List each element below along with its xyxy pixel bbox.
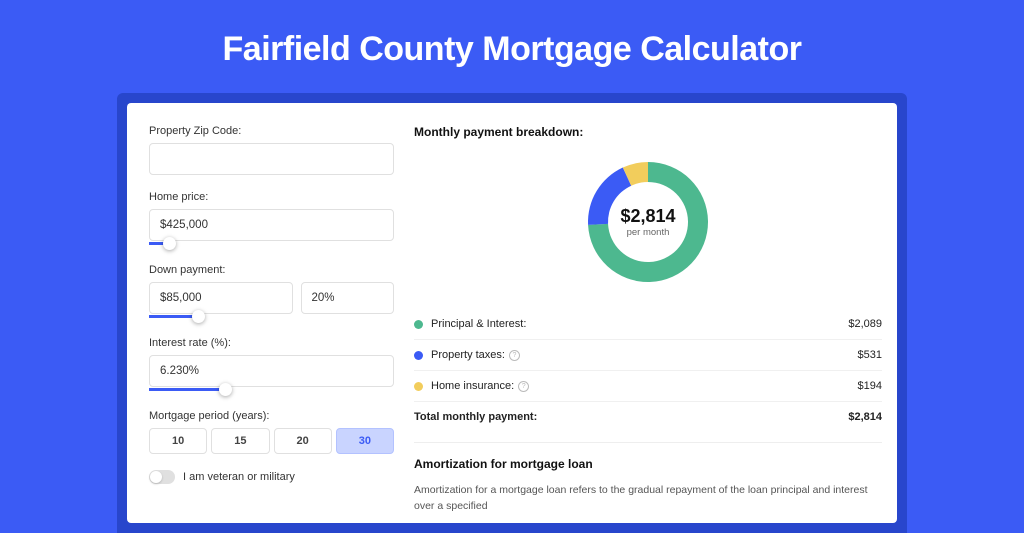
breakdown-value: $531 (858, 349, 882, 361)
slider-thumb[interactable] (192, 310, 205, 323)
amortization-section: Amortization for mortgage loan Amortizat… (414, 442, 882, 515)
down-payment-label: Down payment: (149, 264, 394, 276)
breakdown-value: $194 (858, 380, 882, 392)
down-payment-slider[interactable] (149, 313, 394, 321)
info-icon[interactable]: ? (518, 381, 529, 392)
breakdown-row: Property taxes:?$531 (414, 340, 882, 371)
veteran-row: I am veteran or military (149, 470, 394, 484)
veteran-toggle[interactable] (149, 470, 175, 484)
slider-thumb[interactable] (219, 383, 232, 396)
zip-input[interactable] (149, 143, 394, 175)
period-button-15[interactable]: 15 (211, 428, 269, 454)
period-options: 10152030 (149, 428, 394, 454)
down-payment-input[interactable] (149, 282, 293, 314)
zip-label: Property Zip Code: (149, 125, 394, 137)
donut-chart: $2,814 per month (583, 157, 713, 287)
breakdown-total-row: Total monthly payment:$2,814 (414, 402, 882, 432)
breakdown-total-value: $2,814 (848, 411, 882, 423)
breakdown-label: Principal & Interest: (431, 318, 848, 330)
calculator-body: Property Zip Code: Home price: Down paym… (127, 103, 897, 523)
legend-dot (414, 351, 423, 360)
donut-chart-wrap: $2,814 per month (414, 151, 882, 301)
amortization-title: Amortization for mortgage loan (414, 457, 882, 471)
veteran-label: I am veteran or military (183, 471, 295, 483)
slider-track (149, 388, 225, 391)
period-button-10[interactable]: 10 (149, 428, 207, 454)
breakdown-title: Monthly payment breakdown: (414, 125, 882, 139)
page-title: Fairfield County Mortgage Calculator (0, 0, 1024, 93)
period-group: Mortgage period (years): 10152030 (149, 410, 394, 454)
interest-rate-slider[interactable] (149, 386, 394, 394)
slider-track (149, 315, 198, 318)
interest-rate-label: Interest rate (%): (149, 337, 394, 349)
inputs-column: Property Zip Code: Home price: Down paym… (149, 125, 394, 523)
donut-amount: $2,814 (620, 206, 675, 227)
info-icon[interactable]: ? (509, 350, 520, 361)
breakdown-row: Principal & Interest:$2,089 (414, 309, 882, 340)
breakdown-label: Property taxes:? (431, 349, 858, 361)
interest-rate-input[interactable] (149, 355, 394, 387)
home-price-input[interactable] (149, 209, 394, 241)
donut-center: $2,814 per month (620, 206, 675, 238)
results-column: Monthly payment breakdown: $2,814 per mo… (414, 125, 882, 523)
down-payment-pct-input[interactable] (301, 282, 394, 314)
home-price-label: Home price: (149, 191, 394, 203)
amortization-text: Amortization for a mortgage loan refers … (414, 483, 882, 515)
interest-rate-group: Interest rate (%): (149, 337, 394, 394)
breakdown-value: $2,089 (848, 318, 882, 330)
home-price-group: Home price: (149, 191, 394, 248)
legend-dot (414, 382, 423, 391)
calculator-panel: Property Zip Code: Home price: Down paym… (117, 93, 907, 533)
legend-dot (414, 320, 423, 329)
down-payment-group: Down payment: (149, 264, 394, 321)
breakdown-total-label: Total monthly payment: (414, 411, 848, 423)
home-price-slider[interactable] (149, 240, 394, 248)
breakdown-row: Home insurance:?$194 (414, 371, 882, 402)
zip-group: Property Zip Code: (149, 125, 394, 175)
slider-thumb[interactable] (163, 237, 176, 250)
donut-sub: per month (620, 227, 675, 238)
breakdown-label: Home insurance:? (431, 380, 858, 392)
period-label: Mortgage period (years): (149, 410, 394, 422)
period-button-30[interactable]: 30 (336, 428, 394, 454)
period-button-20[interactable]: 20 (274, 428, 332, 454)
breakdown-list: Principal & Interest:$2,089Property taxe… (414, 309, 882, 432)
